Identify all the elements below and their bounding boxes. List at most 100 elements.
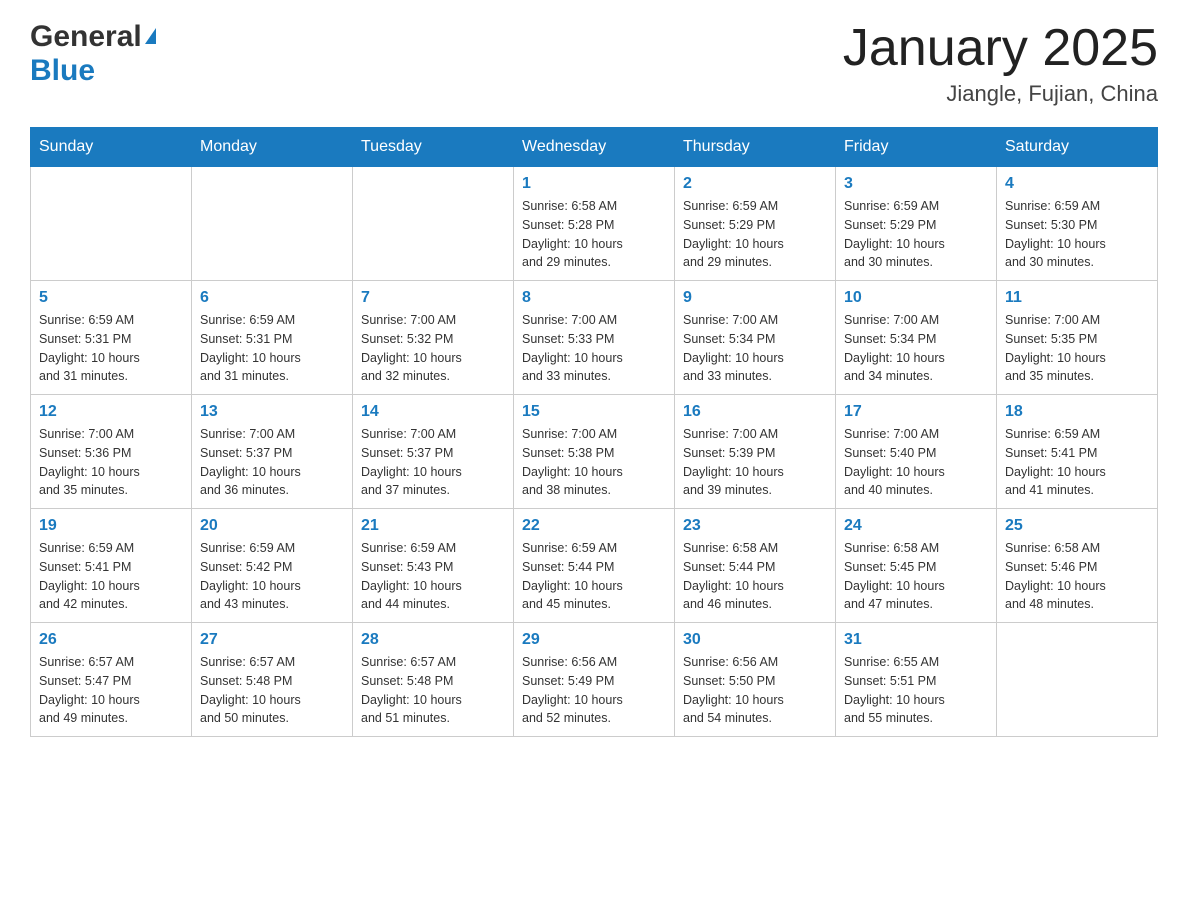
day-number: 23 [683, 517, 827, 535]
table-row: 21 Sunrise: 6:59 AM Sunset: 5:43 PM Dayli… [353, 509, 514, 623]
day-number: 30 [683, 631, 827, 649]
table-row [997, 623, 1158, 737]
day-info: Sunrise: 7:00 AM Sunset: 5:36 PM Dayligh… [39, 425, 183, 500]
day-number: 26 [39, 631, 183, 649]
calendar-location: Jiangle, Fujian, China [843, 81, 1158, 107]
table-row [192, 167, 353, 281]
day-info: Sunrise: 6:58 AM Sunset: 5:45 PM Dayligh… [844, 539, 988, 614]
calendar-week-row: 12 Sunrise: 7:00 AM Sunset: 5:36 PM Dayli… [31, 395, 1158, 509]
day-number: 18 [1005, 403, 1149, 421]
table-row: 22Sunrise: 6:59 AM Sunset: 5:44 PM Dayli… [514, 509, 675, 623]
day-info: Sunrise: 7:00 AM Sunset: 5:37 PM Dayligh… [200, 425, 344, 500]
table-row: 23 Sunrise: 6:58 AM Sunset: 5:44 PM Dayli… [675, 509, 836, 623]
table-row: 18 Sunrise: 6:59 AM Sunset: 5:41 PM Dayli… [997, 395, 1158, 509]
day-number: 27 [200, 631, 344, 649]
day-number: 13 [200, 403, 344, 421]
table-row: 12 Sunrise: 7:00 AM Sunset: 5:36 PM Dayli… [31, 395, 192, 509]
day-number: 17 [844, 403, 988, 421]
col-saturday: Saturday [997, 128, 1158, 167]
day-info: Sunrise: 7:00 AM Sunset: 5:39 PM Dayligh… [683, 425, 827, 500]
day-info: Sunrise: 6:58 AM Sunset: 5:28 PM Dayligh… [522, 197, 666, 272]
table-row: 8 Sunrise: 7:00 AM Sunset: 5:33 PM Daylig… [514, 281, 675, 395]
day-number: 11 [1005, 289, 1149, 307]
table-row: 25Sunrise: 6:58 AM Sunset: 5:46 PM Dayli… [997, 509, 1158, 623]
table-row: 9Sunrise: 7:00 AM Sunset: 5:34 PM Daylig… [675, 281, 836, 395]
day-number: 1 [522, 175, 666, 193]
day-number: 6 [200, 289, 344, 307]
day-number: 10 [844, 289, 988, 307]
table-row: 16 Sunrise: 7:00 AM Sunset: 5:39 PM Dayli… [675, 395, 836, 509]
table-row: 3Sunrise: 6:59 AM Sunset: 5:29 PM Daylig… [836, 167, 997, 281]
day-number: 7 [361, 289, 505, 307]
day-info: Sunrise: 6:59 AM Sunset: 5:41 PM Dayligh… [1005, 425, 1149, 500]
day-info: Sunrise: 6:59 AM Sunset: 5:42 PM Dayligh… [200, 539, 344, 614]
day-info: Sunrise: 7:00 AM Sunset: 5:35 PM Dayligh… [1005, 311, 1149, 386]
day-info: Sunrise: 7:00 AM Sunset: 5:33 PM Dayligh… [522, 311, 666, 386]
col-friday: Friday [836, 128, 997, 167]
day-number: 31 [844, 631, 988, 649]
day-number: 16 [683, 403, 827, 421]
table-row: 14 Sunrise: 7:00 AM Sunset: 5:37 PM Dayli… [353, 395, 514, 509]
table-row: 13 Sunrise: 7:00 AM Sunset: 5:37 PM Dayli… [192, 395, 353, 509]
day-number: 4 [1005, 175, 1149, 193]
day-info: Sunrise: 6:57 AM Sunset: 5:47 PM Dayligh… [39, 653, 183, 728]
table-row: 17 Sunrise: 7:00 AM Sunset: 5:40 PM Dayli… [836, 395, 997, 509]
day-info: Sunrise: 6:57 AM Sunset: 5:48 PM Dayligh… [361, 653, 505, 728]
logo-blue-text: Blue [30, 54, 95, 87]
calendar-week-row: 26 Sunrise: 6:57 AM Sunset: 5:47 PM Dayli… [31, 623, 1158, 737]
table-row: 28Sunrise: 6:57 AM Sunset: 5:48 PM Dayli… [353, 623, 514, 737]
table-row: 7 Sunrise: 7:00 AM Sunset: 5:32 PM Daylig… [353, 281, 514, 395]
day-number: 12 [39, 403, 183, 421]
day-info: Sunrise: 7:00 AM Sunset: 5:34 PM Dayligh… [683, 311, 827, 386]
logo-general-text: General [30, 20, 142, 54]
day-number: 5 [39, 289, 183, 307]
calendar-title-block: January 2025 Jiangle, Fujian, China [843, 20, 1158, 107]
table-row: 26 Sunrise: 6:57 AM Sunset: 5:47 PM Dayli… [31, 623, 192, 737]
day-info: Sunrise: 6:59 AM Sunset: 5:43 PM Dayligh… [361, 539, 505, 614]
calendar-month-year: January 2025 [843, 20, 1158, 77]
col-thursday: Thursday [675, 128, 836, 167]
day-info: Sunrise: 7:00 AM Sunset: 5:32 PM Dayligh… [361, 311, 505, 386]
table-row: 20Sunrise: 6:59 AM Sunset: 5:42 PM Dayli… [192, 509, 353, 623]
logo-triangle-icon [145, 28, 156, 44]
day-number: 24 [844, 517, 988, 535]
col-monday: Monday [192, 128, 353, 167]
table-row: 1 Sunrise: 6:58 AM Sunset: 5:28 PM Daylig… [514, 167, 675, 281]
calendar-week-row: 1 Sunrise: 6:58 AM Sunset: 5:28 PM Daylig… [31, 167, 1158, 281]
table-row: 2 Sunrise: 6:59 AM Sunset: 5:29 PM Daylig… [675, 167, 836, 281]
day-info: Sunrise: 7:00 AM Sunset: 5:34 PM Dayligh… [844, 311, 988, 386]
day-number: 2 [683, 175, 827, 193]
day-info: Sunrise: 7:00 AM Sunset: 5:37 PM Dayligh… [361, 425, 505, 500]
day-info: Sunrise: 6:59 AM Sunset: 5:29 PM Dayligh… [683, 197, 827, 272]
table-row: 11 Sunrise: 7:00 AM Sunset: 5:35 PM Dayli… [997, 281, 1158, 395]
day-number: 8 [522, 289, 666, 307]
day-number: 3 [844, 175, 988, 193]
table-row: 19Sunrise: 6:59 AM Sunset: 5:41 PM Dayli… [31, 509, 192, 623]
calendar-header-row: Sunday Monday Tuesday Wednesday Thursday… [31, 128, 1158, 167]
day-number: 29 [522, 631, 666, 649]
day-number: 19 [39, 517, 183, 535]
table-row: 6 Sunrise: 6:59 AM Sunset: 5:31 PM Daylig… [192, 281, 353, 395]
table-row: 29Sunrise: 6:56 AM Sunset: 5:49 PM Dayli… [514, 623, 675, 737]
table-row: 30 Sunrise: 6:56 AM Sunset: 5:50 PM Dayli… [675, 623, 836, 737]
day-info: Sunrise: 6:59 AM Sunset: 5:31 PM Dayligh… [39, 311, 183, 386]
day-info: Sunrise: 6:58 AM Sunset: 5:44 PM Dayligh… [683, 539, 827, 614]
table-row [353, 167, 514, 281]
day-info: Sunrise: 7:00 AM Sunset: 5:38 PM Dayligh… [522, 425, 666, 500]
day-info: Sunrise: 6:59 AM Sunset: 5:31 PM Dayligh… [200, 311, 344, 386]
col-sunday: Sunday [31, 128, 192, 167]
day-info: Sunrise: 6:59 AM Sunset: 5:30 PM Dayligh… [1005, 197, 1149, 272]
day-number: 21 [361, 517, 505, 535]
table-row: 10 Sunrise: 7:00 AM Sunset: 5:34 PM Dayli… [836, 281, 997, 395]
calendar-week-row: 19Sunrise: 6:59 AM Sunset: 5:41 PM Dayli… [31, 509, 1158, 623]
page-header: General Blue January 2025 Jiangle, Fujia… [30, 20, 1158, 107]
day-info: Sunrise: 6:56 AM Sunset: 5:50 PM Dayligh… [683, 653, 827, 728]
col-tuesday: Tuesday [353, 128, 514, 167]
day-info: Sunrise: 6:59 AM Sunset: 5:44 PM Dayligh… [522, 539, 666, 614]
logo: General Blue [30, 20, 156, 88]
day-number: 25 [1005, 517, 1149, 535]
table-row: 15 Sunrise: 7:00 AM Sunset: 5:38 PM Dayli… [514, 395, 675, 509]
day-number: 15 [522, 403, 666, 421]
day-info: Sunrise: 7:00 AM Sunset: 5:40 PM Dayligh… [844, 425, 988, 500]
day-number: 14 [361, 403, 505, 421]
